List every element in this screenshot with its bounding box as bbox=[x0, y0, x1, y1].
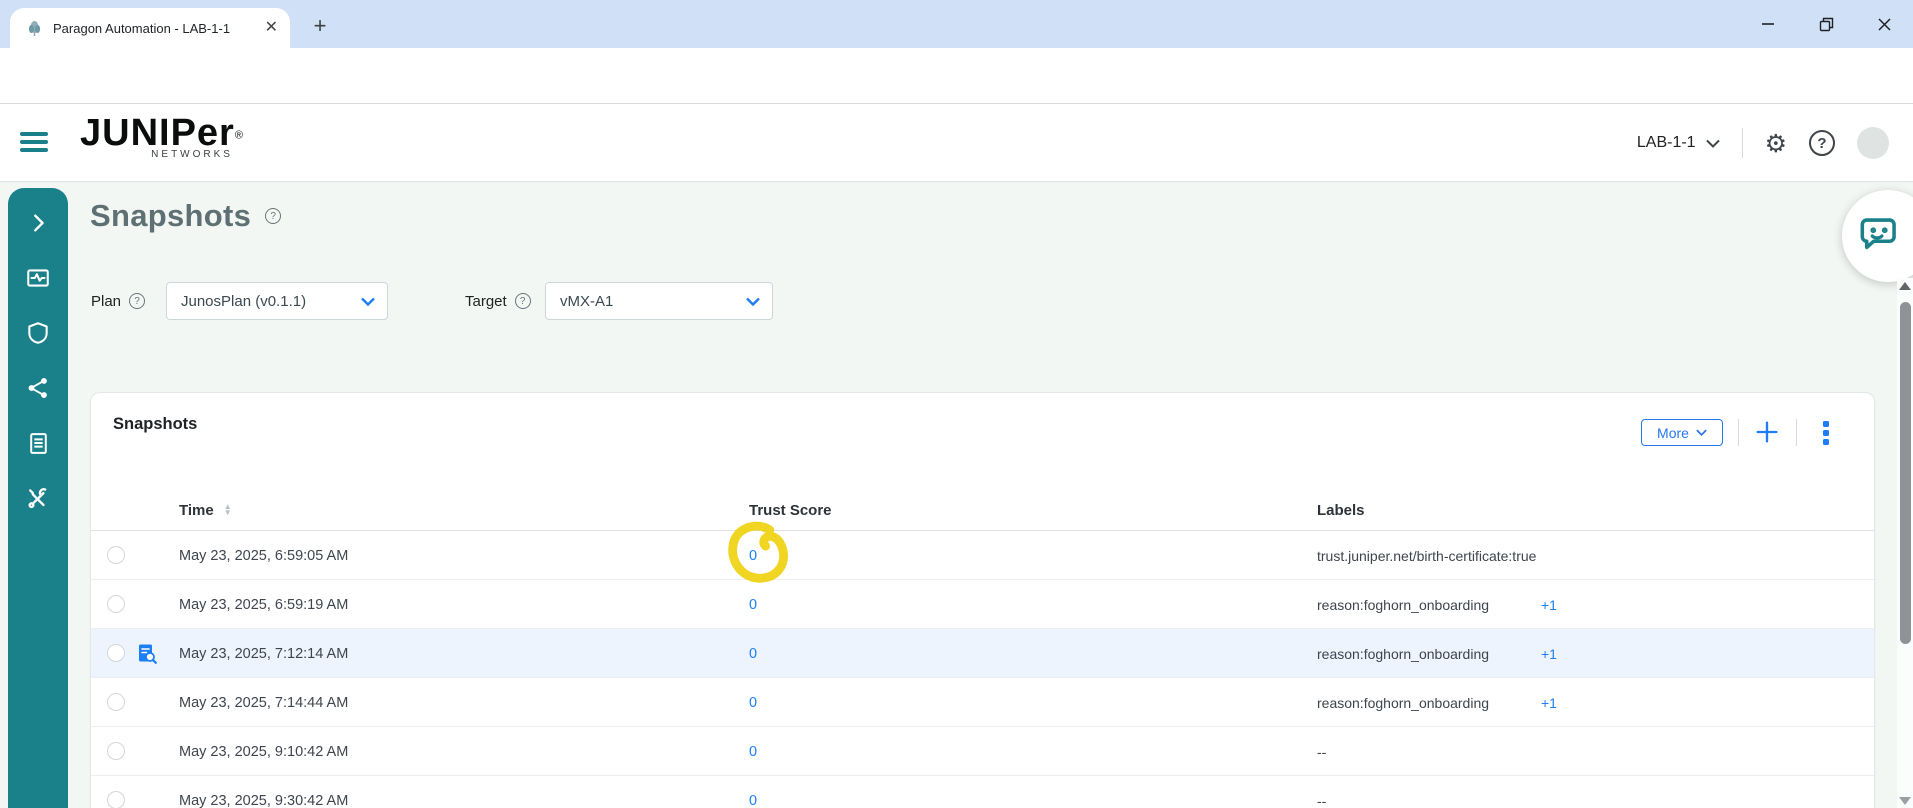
table-row[interactable]: May 23, 2025, 6:59:05 AM 0 trust.juniper… bbox=[91, 531, 1874, 580]
settings-gear-icon[interactable]: ⚙ bbox=[1765, 131, 1787, 156]
more-button[interactable]: More bbox=[1641, 419, 1723, 446]
snapshots-card: Snapshots More Time ▲ ▼ Trust Score Label… bbox=[90, 392, 1875, 808]
sidebar-item-tools[interactable] bbox=[25, 485, 51, 511]
trust-score-link[interactable]: 0 bbox=[749, 531, 757, 580]
trust-score-link[interactable]: 0 bbox=[749, 678, 757, 727]
scrollbar[interactable] bbox=[1897, 278, 1913, 808]
row-radio[interactable] bbox=[107, 644, 125, 662]
row-time: May 23, 2025, 9:30:42 AM bbox=[179, 792, 349, 808]
table-row[interactable]: May 23, 2025, 6:59:19 AM 0 reason:foghor… bbox=[91, 580, 1874, 629]
label-more-link[interactable]: +1 bbox=[1541, 629, 1557, 678]
plan-select[interactable]: JunosPlan (v0.1.1) bbox=[166, 282, 388, 320]
help-icon[interactable]: ? bbox=[1809, 130, 1835, 156]
page-help-icon[interactable]: ? bbox=[265, 208, 282, 224]
label-more-link[interactable]: +1 bbox=[1541, 678, 1557, 727]
row-label: trust.juniper.net/birth-certificate:true bbox=[1317, 547, 1537, 564]
favicon-icon bbox=[28, 20, 41, 36]
trust-score-link[interactable]: 0 bbox=[749, 629, 757, 678]
row-time: May 23, 2025, 6:59:19 AM bbox=[179, 596, 349, 613]
site-picker[interactable]: LAB-1-1 bbox=[1637, 134, 1720, 152]
trust-score-link[interactable]: 0 bbox=[749, 580, 757, 629]
juniper-logo: JUNIPer® NETWORKS bbox=[80, 112, 243, 160]
target-select[interactable]: vMX-A1 bbox=[545, 282, 773, 320]
chevron-down-icon bbox=[746, 297, 760, 306]
page-title: Snapshots bbox=[90, 198, 252, 233]
chevron-down-icon bbox=[361, 297, 375, 306]
header-divider bbox=[1741, 128, 1743, 158]
table-row-selected[interactable]: May 23, 2025, 7:12:14 AM 0 reason:foghor… bbox=[91, 629, 1874, 678]
window-restore-button[interactable] bbox=[1797, 2, 1855, 46]
card-title: Snapshots bbox=[113, 415, 198, 433]
site-name: LAB-1-1 bbox=[1636, 134, 1696, 151]
row-time: May 23, 2025, 6:59:05 AM bbox=[179, 547, 349, 564]
plan-select-value: JunosPlan (v0.1.1) bbox=[181, 292, 307, 310]
sidebar-nav bbox=[8, 188, 68, 808]
row-time: May 23, 2025, 7:14:44 AM bbox=[179, 694, 349, 711]
row-label: reason:foghorn_onboarding bbox=[1317, 694, 1490, 711]
plan-help-icon[interactable]: ? bbox=[129, 293, 146, 309]
brand-name: JUNIPer bbox=[80, 112, 235, 154]
column-header-trust-score: Trust Score bbox=[749, 501, 832, 519]
table-row[interactable]: May 23, 2025, 7:14:44 AM 0 reason:foghor… bbox=[91, 678, 1874, 727]
window-minimize-button[interactable] bbox=[1739, 2, 1797, 46]
row-time: May 23, 2025, 7:12:14 AM bbox=[179, 645, 349, 662]
snapshot-report-icon[interactable] bbox=[135, 642, 159, 666]
target-select-value: vMX-A1 bbox=[560, 292, 614, 310]
window-close-button[interactable] bbox=[1855, 2, 1913, 46]
scrollbar-up-icon[interactable] bbox=[1899, 282, 1911, 290]
row-radio[interactable] bbox=[107, 791, 125, 808]
sidebar-item-trust[interactable] bbox=[25, 320, 51, 346]
row-radio[interactable] bbox=[107, 546, 125, 564]
browser-tab[interactable]: Paragon Automation - LAB-1-1 ✕ bbox=[10, 8, 290, 48]
row-label: -- bbox=[1317, 792, 1327, 808]
scrollbar-down-icon[interactable] bbox=[1899, 797, 1911, 805]
row-time: May 23, 2025, 9:10:42 AM bbox=[179, 743, 349, 760]
browser-tab-strip: Paragon Automation - LAB-1-1 ✕ + bbox=[0, 0, 1913, 48]
row-label: -- bbox=[1317, 743, 1327, 760]
chevron-down-icon bbox=[1705, 139, 1720, 148]
target-help-icon[interactable]: ? bbox=[514, 293, 531, 309]
row-label: reason:foghorn_onboarding bbox=[1317, 596, 1490, 613]
column-header-labels: Labels bbox=[1317, 501, 1365, 519]
tab-close-icon[interactable]: ✕ bbox=[265, 20, 278, 36]
hamburger-menu-icon[interactable] bbox=[20, 132, 48, 152]
sidebar-item-reports[interactable] bbox=[25, 430, 51, 456]
sort-icon[interactable]: ▲ ▼ bbox=[224, 503, 232, 517]
brand-registered-mark: ® bbox=[234, 129, 243, 142]
feedback-chat-icon bbox=[1860, 218, 1896, 250]
sidebar-expand-icon[interactable] bbox=[25, 210, 51, 236]
row-label: reason:foghorn_onboarding bbox=[1317, 645, 1490, 662]
row-radio[interactable] bbox=[107, 742, 125, 760]
new-tab-button[interactable]: + bbox=[306, 12, 334, 40]
feedback-button[interactable] bbox=[1842, 190, 1913, 282]
trust-score-link[interactable]: 0 bbox=[749, 776, 757, 808]
add-snapshot-button[interactable] bbox=[1753, 418, 1781, 446]
table-row[interactable]: May 23, 2025, 9:10:42 AM 0 -- bbox=[91, 727, 1874, 776]
label-more-link[interactable]: +1 bbox=[1541, 580, 1557, 629]
app-header bbox=[0, 104, 1913, 182]
card-toolbar-divider bbox=[1738, 419, 1739, 446]
user-avatar[interactable] bbox=[1857, 127, 1889, 159]
sidebar-item-topology[interactable] bbox=[25, 375, 51, 401]
chevron-down-icon bbox=[1696, 429, 1707, 436]
plan-filter-label: Plan bbox=[91, 292, 122, 310]
target-filter-label: Target bbox=[465, 292, 507, 310]
table-header: Time ▲ ▼ Trust Score Labels bbox=[91, 489, 1874, 531]
sidebar-item-monitoring[interactable] bbox=[25, 265, 51, 291]
scrollbar-thumb[interactable] bbox=[1899, 302, 1911, 644]
card-menu-icon[interactable] bbox=[1823, 421, 1829, 445]
row-radio[interactable] bbox=[107, 595, 125, 613]
column-header-time[interactable]: Time ▲ ▼ bbox=[179, 489, 232, 531]
table-row[interactable]: May 23, 2025, 9:30:42 AM 0 -- bbox=[91, 776, 1874, 808]
card-toolbar-divider bbox=[1796, 419, 1797, 446]
row-radio[interactable] bbox=[107, 693, 125, 711]
more-button-label: More bbox=[1657, 424, 1689, 441]
trust-score-link[interactable]: 0 bbox=[749, 727, 757, 776]
browser-toolbar: Not secure https://100.123.42.100/trust/… bbox=[0, 48, 1913, 143]
tab-title: Paragon Automation - LAB-1-1 bbox=[53, 20, 231, 36]
